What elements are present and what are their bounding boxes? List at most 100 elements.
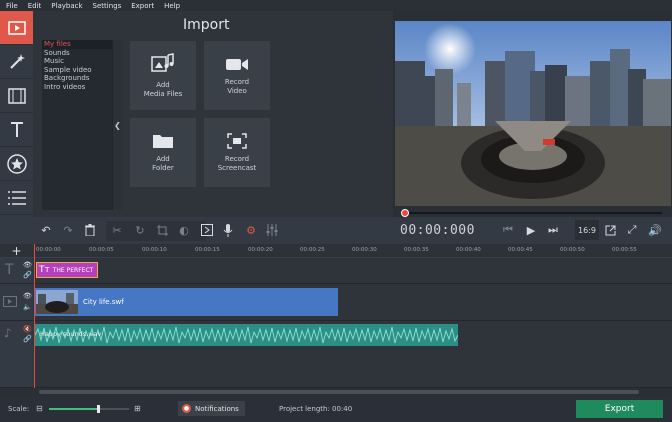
tile-label: Add Folder [152, 154, 174, 172]
scale-slider-fill [49, 408, 99, 410]
tool-more[interactable] [0, 181, 33, 215]
link-icon[interactable]: 🔗 [23, 271, 32, 279]
category-music[interactable]: Music [42, 57, 122, 66]
tile-label: Record Screencast [217, 154, 257, 172]
tool-import[interactable] [0, 11, 33, 45]
gear-icon: ⚙ [246, 223, 256, 237]
ruler-tick: 00:00:45 [508, 247, 533, 253]
category-sample-video[interactable]: Sample video [42, 66, 122, 75]
speaker-icon: 🔊 [648, 223, 662, 237]
ruler-tick: 00:00:40 [456, 247, 481, 253]
zoom-in-icon[interactable]: ⊞ [134, 404, 141, 413]
volume-button[interactable]: 🔊 [645, 220, 665, 240]
scissors-icon: ✂ [112, 223, 122, 237]
color-adjust-button[interactable]: ◐ [174, 220, 194, 240]
equalizer-icon [266, 224, 278, 236]
timeline-ruler[interactable]: + 00:00:00 00:00:05 00:00:10 00:00:15 00… [0, 244, 672, 258]
screencast-icon [227, 132, 247, 149]
category-sounds[interactable]: Sounds [42, 49, 122, 58]
menu-edit[interactable]: Edit [28, 2, 42, 10]
title-clip-label: THE PERFECT [52, 266, 94, 274]
category-backgrounds[interactable]: Backgrounds [42, 74, 122, 83]
play-button[interactable]: ▶ [521, 220, 541, 240]
collapse-list-button[interactable]: ❮ [112, 40, 122, 210]
zoom-out-icon[interactable]: ⊟ [36, 404, 43, 413]
ruler-tick: 00:00:55 [612, 247, 637, 253]
undo-button[interactable]: ↶ [36, 220, 56, 240]
transition-button[interactable] [197, 220, 217, 240]
video-track: 👁 🔈 City life.swf [0, 284, 672, 321]
timeline-scrollbar[interactable] [33, 388, 672, 396]
star-icon [6, 153, 27, 174]
audio-mixer-button[interactable] [262, 220, 282, 240]
external-window-icon [605, 225, 615, 235]
camera-icon [226, 58, 248, 70]
menu-playback[interactable]: Playback [51, 2, 82, 10]
media-files-icon [151, 52, 174, 72]
scale-slider[interactable] [49, 405, 129, 413]
video-clip[interactable]: City life.swf [35, 288, 338, 316]
title-clip[interactable]: Tᴛ THE PERFECT [36, 262, 98, 278]
video-clip-label: City life.swf [83, 298, 124, 306]
link-icon[interactable]: 🔗 [23, 335, 32, 343]
ruler-tick: 00:00:30 [352, 247, 377, 253]
fullscreen-icon: ⤢ [627, 223, 637, 236]
microphone-icon [223, 223, 233, 237]
tile-label: Add Media Files [143, 80, 183, 98]
menu-help[interactable]: Help [164, 2, 180, 10]
tool-transitions[interactable] [0, 79, 33, 113]
redo-button[interactable]: ↷ [58, 220, 78, 240]
import-icon [7, 20, 26, 35]
edit-toolbar: ↶ ↷ ✂ ↻ ◐ ⚙ ⏮ ▶ ⏭ 16:9 ⤢ 🔊 [0, 217, 672, 244]
scrollbar-thumb[interactable] [39, 390, 639, 394]
magic-wand-icon [9, 53, 25, 69]
menu-export[interactable]: Export [131, 2, 154, 10]
export-button[interactable]: Export [576, 400, 663, 418]
clip-properties-button[interactable]: ⚙ [241, 220, 261, 240]
category-my-files[interactable]: My files [42, 40, 122, 49]
menu-settings[interactable]: Settings [93, 2, 122, 10]
next-button[interactable]: ⏭ [543, 220, 563, 240]
project-length-value: 00:40 [332, 405, 353, 413]
ruler-tick: 00:00:50 [560, 247, 585, 253]
eye-icon[interactable]: 👁 [23, 261, 32, 269]
scrubber-handle[interactable] [401, 209, 409, 217]
ruler-tick: 00:00:10 [142, 247, 167, 253]
tool-stickers[interactable] [0, 147, 33, 181]
tool-filters[interactable] [0, 45, 33, 79]
delete-button[interactable] [80, 220, 100, 240]
scale-slider-handle[interactable] [97, 405, 101, 413]
record-screencast-button[interactable]: Record Screencast [204, 118, 270, 187]
mute-icon[interactable]: 🔇 [23, 325, 32, 333]
tool-titles[interactable] [0, 113, 33, 147]
previous-button[interactable]: ⏮ [498, 220, 518, 240]
playback-scrubber[interactable] [404, 212, 662, 214]
category-intro-videos[interactable]: Intro videos [42, 83, 122, 92]
audio-clip[interactable]: Happy sounds.wav [35, 324, 458, 346]
rotate-button[interactable]: ↻ [130, 220, 150, 240]
add-folder-button[interactable]: Add Folder [130, 118, 196, 187]
rotate-icon: ↻ [135, 223, 145, 237]
record-video-button[interactable]: Record Video [204, 41, 270, 110]
playhead[interactable] [34, 244, 35, 396]
film-icon [7, 87, 26, 104]
add-track-button[interactable]: + [0, 244, 33, 258]
speaker-icon[interactable]: 🔈 [23, 303, 32, 311]
add-media-files-button[interactable]: Add Media Files [130, 41, 196, 110]
ruler-tick: 00:00:35 [404, 247, 429, 253]
crop-icon [156, 224, 168, 236]
video-track-icon [3, 296, 17, 307]
aspect-ratio-button[interactable]: 16:9 [575, 220, 599, 240]
eye-icon[interactable]: 👁 [23, 292, 32, 300]
list-icon [7, 190, 26, 205]
split-button[interactable]: ✂ [107, 220, 127, 240]
trash-icon [85, 224, 95, 236]
menu-file[interactable]: File [6, 2, 18, 10]
detach-player-button[interactable] [600, 220, 620, 240]
fullscreen-button[interactable]: ⤢ [622, 220, 642, 240]
notifications-button[interactable]: ● Notifications [178, 401, 245, 416]
crop-button[interactable] [152, 220, 172, 240]
title-clip-icon: Tᴛ [39, 265, 50, 275]
record-audio-button[interactable] [218, 220, 238, 240]
text-icon [10, 121, 23, 137]
